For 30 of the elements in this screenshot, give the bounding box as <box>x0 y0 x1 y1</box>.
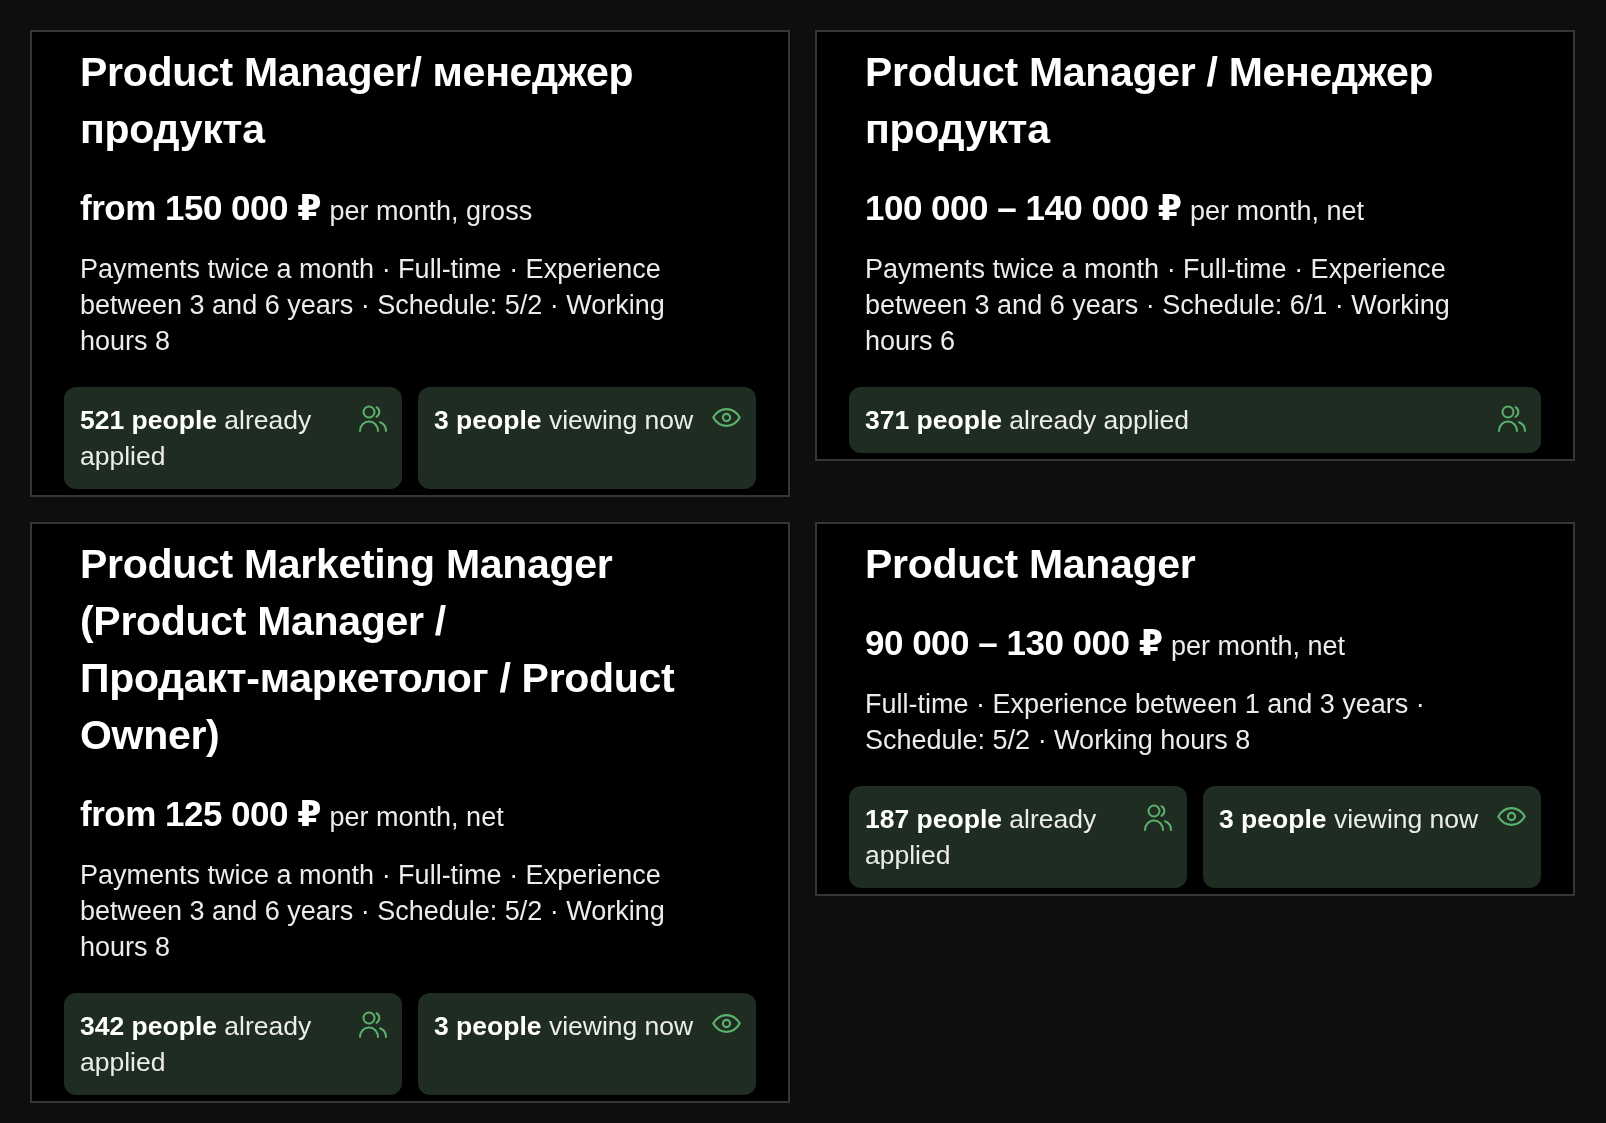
salary-amount: 100 000 – 140 000 ₽ <box>865 188 1182 227</box>
eye-icon <box>1497 807 1526 826</box>
people-icon <box>359 1011 387 1038</box>
viewers-count: 3 people viewing now <box>434 404 694 437</box>
salary-period: per month, net <box>1171 631 1346 661</box>
applicants-count: 187 people already applied <box>865 803 1098 872</box>
people-icon <box>359 405 387 432</box>
vacancy-details: Payments twice a month · Full-time · Experience between 3 and 6 years · Schedule: 5/2 · Working hours 8 <box>79 253 666 358</box>
vacancy-title: Product Manager <box>864 540 1197 589</box>
people-icon <box>1498 405 1526 432</box>
salary-amount: 90 000 – 130 000 ₽ <box>865 623 1163 662</box>
people-icon <box>1144 804 1172 831</box>
salary-period: per month, gross <box>329 196 533 226</box>
vacancy-title: Product Manager/ менеджер продукта <box>79 48 635 154</box>
viewers-count: 3 people viewing now <box>1219 803 1479 836</box>
vacancy-details: Full-time · Experience between 1 and 3 years · Schedule: 5/2 · Working hours 8 <box>864 688 1426 757</box>
applicants-count: 342 people already applied <box>80 1010 313 1079</box>
eye-icon <box>712 408 741 427</box>
eye-icon <box>712 1014 741 1033</box>
vacancy-details: Payments twice a month · Full-time · Experience between 3 and 6 years · Schedule: 5/2 · Working hours 8 <box>79 859 666 964</box>
vacancy-title: Product Manager / Менеджер продукта <box>864 48 1435 154</box>
vacancy-details: Payments twice a month · Full-time · Experience between 3 and 6 years · Schedule: 6/1 · Working hours 6 <box>864 253 1451 358</box>
salary-amount: from 150 000 ₽ <box>80 188 322 227</box>
applicants-count: 371 people already applied <box>865 404 1190 437</box>
vacancy-title: Product Marketing Manager (Product Manager / Продакт-маркетолог / Product Owner) <box>79 540 676 760</box>
salary-amount: from 125 000 ₽ <box>80 794 322 833</box>
viewers-count: 3 people viewing now <box>434 1010 694 1043</box>
salary-period: per month, net <box>1190 196 1365 226</box>
applicants-count: 521 people already applied <box>80 404 313 473</box>
salary-period: per month, net <box>329 802 504 832</box>
